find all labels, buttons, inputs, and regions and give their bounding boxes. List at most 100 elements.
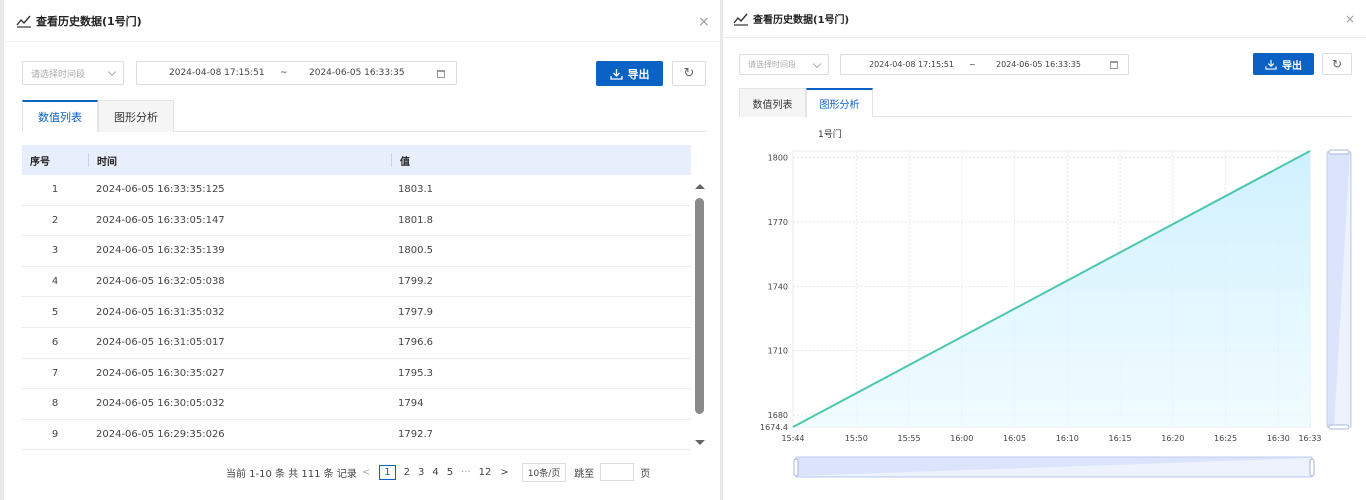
table-row[interactable]: 2 2024-06-05 16:33:05:147 1801.8	[22, 206, 691, 237]
dialog-header: 查看历史数据(1号门)	[723, 0, 1366, 38]
table-header: 序号 时间 值	[22, 145, 691, 175]
x-tick-label: 15:44	[781, 434, 804, 443]
cell-index: 7	[51, 367, 59, 379]
prev-page-button[interactable]: <	[362, 467, 370, 478]
date-range-picker[interactable]: 2024-04-08 17:15:51 ~ 2024-06-05 16:33:3…	[840, 54, 1129, 75]
y-tick-label: 1710	[768, 347, 788, 356]
cell-index: 4	[51, 276, 59, 288]
history-dialog-chart: 查看历史数据(1号门) × 请选择时间段 2024-04-08 17:15:51…	[723, 0, 1366, 500]
cell-index: 5	[51, 306, 59, 318]
page-ellipsis[interactable]: ···	[461, 467, 471, 478]
cell-value: 1796.6	[398, 337, 433, 349]
page-1[interactable]: 1	[379, 464, 396, 480]
close-icon[interactable]: ×	[698, 14, 710, 30]
refresh-icon[interactable]: ↻	[672, 61, 706, 86]
table-row[interactable]: 1 2024-06-05 16:33:35:125 1803.1	[22, 175, 691, 206]
cell-time: 2024-06-05 16:30:05:032	[96, 398, 225, 410]
y-tick-label: 1770	[768, 218, 788, 227]
x-zoom-slider[interactable]	[793, 456, 1315, 478]
close-icon[interactable]: ×	[1345, 12, 1355, 26]
page-5[interactable]: 5	[447, 467, 453, 478]
cell-time: 2024-06-05 16:31:35:032	[96, 306, 225, 318]
header-value: 值	[400, 156, 410, 168]
y-zoom-slider[interactable]	[1326, 149, 1352, 430]
tab-chart[interactable]: 图形分析	[98, 100, 174, 132]
slider-handle[interactable]	[1328, 149, 1350, 155]
cell-value: 1799.2	[398, 276, 433, 288]
history-line-chart: 1674.416801710174017701800 15:44 15:50 15:…	[760, 128, 1352, 478]
refresh-icon[interactable]: ↻	[1322, 53, 1352, 75]
table-row[interactable]: 7 2024-06-05 16:30:35:027 1795.3	[22, 359, 691, 390]
page-size-select[interactable]: 10条/页	[521, 462, 567, 482]
page-3[interactable]: 3	[418, 467, 424, 478]
cell-value: 1794	[398, 398, 424, 410]
slider-handle[interactable]	[1309, 458, 1315, 477]
y-tick-label: 1800	[768, 154, 788, 163]
export-button[interactable]: 导出	[596, 61, 663, 86]
table-row[interactable]: 4 2024-06-05 16:32:05:038 1799.2	[22, 267, 691, 298]
date-range-picker[interactable]: 2024-04-08 17:15:51 ~ 2024-06-05 16:33:3…	[136, 61, 457, 85]
dialog-title: 查看历史数据(1号门)	[753, 15, 850, 26]
cell-index: 1	[51, 184, 59, 196]
scroll-up-arrow[interactable]	[695, 184, 705, 189]
x-tick-label: 16:15	[1109, 434, 1132, 443]
slider-handle[interactable]	[793, 458, 799, 477]
export-button[interactable]: 导出	[1253, 53, 1314, 75]
range-separator: ~	[280, 68, 288, 78]
cell-value: 1801.8	[398, 214, 433, 226]
x-tick-label: 16:05	[1003, 434, 1026, 443]
header-time: 时间	[97, 156, 117, 168]
y-tick-label: 1680	[768, 411, 788, 420]
table-row[interactable]: 6 2024-06-05 16:31:05:017 1796.6	[22, 328, 691, 359]
cell-index: 6	[51, 337, 59, 349]
dialog-header: 查看历史数据(1号门)	[4, 0, 720, 42]
pagination: 当前 1-10 条 共 111 条 记录 < 1 2 3 4 5 ··· 12 …	[226, 462, 650, 482]
table-row[interactable]: 8 2024-06-05 16:30:05:032 1794	[22, 389, 691, 420]
range-separator: ~	[969, 60, 976, 69]
x-tick-label: 16:00	[950, 434, 973, 443]
line-chart-icon	[16, 15, 31, 28]
cell-time: 2024-06-05 16:33:05:147	[96, 214, 225, 226]
slider-handle[interactable]	[1328, 424, 1350, 430]
page-12[interactable]: 12	[479, 467, 492, 478]
cell-value: 1795.3	[398, 367, 433, 379]
x-tick-label: 16:30	[1267, 434, 1290, 443]
scrollbar-thumb[interactable]	[695, 198, 704, 414]
end-time: 2024-06-05 16:33:35	[996, 60, 1081, 69]
time-period-select[interactable]: 请选择时间段	[22, 61, 124, 85]
tab-list[interactable]: 数值列表	[22, 100, 98, 132]
cell-value: 1803.1	[398, 184, 433, 196]
calendar-icon	[437, 70, 445, 78]
cell-time: 2024-06-05 16:29:35:026	[96, 429, 225, 441]
x-tick-label: 16:25	[1214, 434, 1237, 443]
table-row[interactable]: 9 2024-06-05 16:29:35:026 1792.7	[22, 420, 691, 451]
time-period-select[interactable]: 请选择时间段	[739, 54, 829, 75]
tab-chart[interactable]: 图形分析	[806, 88, 873, 117]
y-axis: 1674.4 1680 1710 1740 1770 1800	[760, 154, 788, 432]
calendar-icon	[1110, 61, 1118, 69]
page-4[interactable]: 4	[432, 467, 438, 478]
table-row[interactable]: 5 2024-06-05 16:31:35:032 1797.9	[22, 297, 691, 328]
pagination-summary: 当前 1-10 条 共 111 条 记录	[226, 468, 357, 480]
scroll-down-arrow[interactable]	[695, 440, 705, 445]
view-tabs: 数值列表 图形分析	[739, 88, 1351, 117]
page-suffix: 页	[640, 468, 651, 480]
page-2[interactable]: 2	[404, 467, 410, 478]
cell-time: 2024-06-05 16:32:35:139	[96, 245, 225, 257]
tab-list[interactable]: 数值列表	[739, 88, 806, 117]
export-label: 导出	[627, 67, 650, 81]
x-tick-label: 15:55	[898, 434, 921, 443]
header-index: 序号	[30, 156, 50, 168]
jump-input[interactable]	[600, 463, 635, 481]
download-icon	[609, 68, 623, 80]
x-tick-label: 16:33	[1298, 434, 1321, 443]
cell-index: 3	[51, 245, 59, 257]
cell-time: 2024-06-05 16:31:05:017	[96, 337, 225, 349]
table-row[interactable]: 3 2024-06-05 16:32:35:139 1800.5	[22, 236, 691, 267]
next-page-button[interactable]: >	[500, 467, 508, 478]
start-time: 2024-04-08 17:15:51	[169, 68, 265, 78]
y-tick-label: 1674.4	[760, 423, 788, 432]
cell-value: 1800.5	[398, 245, 433, 257]
x-axis: 15:44 15:50 15:55 16:00 16:05 16:10 16:15 16:20…	[781, 434, 1321, 443]
time-period-placeholder: 请选择时间段	[31, 69, 86, 80]
